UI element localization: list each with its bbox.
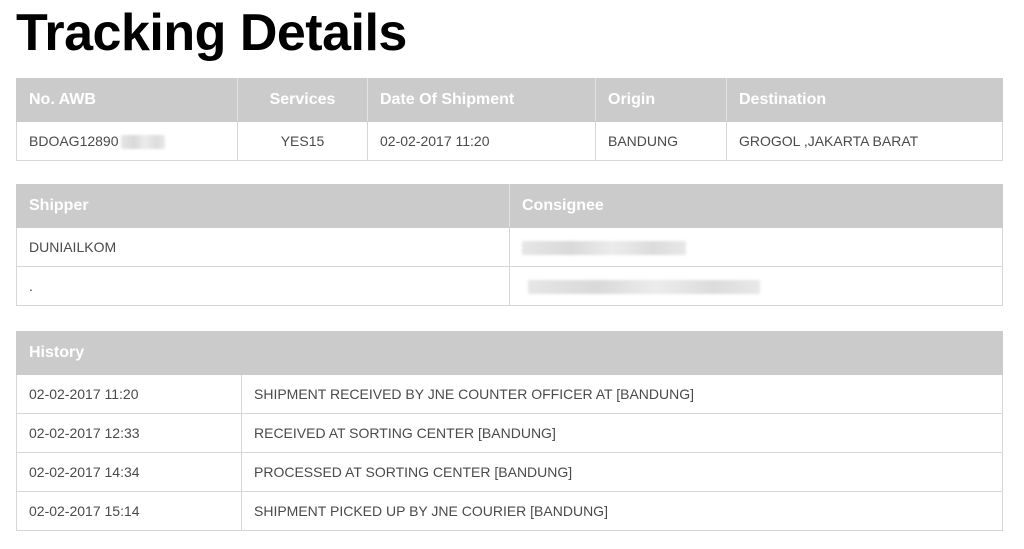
- awb-header: No. AWB: [16, 78, 238, 122]
- shipment-table: No. AWB Services Date Of Shipment Origin…: [16, 78, 1003, 161]
- consignee-address-redacted: [528, 280, 760, 295]
- shipper-name-cell: DUNIAILKOM: [16, 227, 510, 267]
- consignee-name-redacted: [522, 241, 686, 256]
- parties-name-row: DUNIAILKOM: [16, 227, 1003, 267]
- history-header-row: History: [16, 331, 1003, 375]
- history-table: History 02-02-2017 11:20 SHIPMENT RECEIV…: [16, 331, 1003, 531]
- history-row: 02-02-2017 14:34 PROCESSED AT SORTING CE…: [16, 452, 1003, 492]
- history-event: SHIPMENT RECEIVED BY JNE COUNTER OFFICER…: [241, 374, 1003, 414]
- consignee-header: Consignee: [509, 184, 1003, 228]
- parties-table: Shipper Consignee DUNIAILKOM .: [16, 184, 1003, 306]
- history-time: 02-02-2017 15:14: [16, 491, 242, 531]
- awb-value: BDOAG12890: [29, 132, 119, 149]
- parties-address-row: .: [16, 266, 1003, 306]
- destination-cell: GROGOL ,JAKARTA BARAT: [726, 121, 1003, 161]
- destination-header: Destination: [726, 78, 1003, 122]
- origin-header: Origin: [595, 78, 727, 122]
- consignee-address-cell: [509, 266, 1003, 306]
- history-event: RECEIVED AT SORTING CENTER [BANDUNG]: [241, 413, 1003, 453]
- history-row: 02-02-2017 12:33 RECEIVED AT SORTING CEN…: [16, 413, 1003, 453]
- history-time: 02-02-2017 14:34: [16, 452, 242, 492]
- history-row: 02-02-2017 11:20 SHIPMENT RECEIVED BY JN…: [16, 374, 1003, 414]
- shipment-header-row: No. AWB Services Date Of Shipment Origin…: [16, 78, 1003, 122]
- page-title: Tracking Details: [16, 4, 407, 62]
- parties-header-row: Shipper Consignee: [16, 184, 1003, 228]
- shipper-address-cell: .: [16, 266, 510, 306]
- history-header: History: [16, 331, 1003, 375]
- awb-cell: BDOAG12890: [16, 121, 238, 161]
- history-event: PROCESSED AT SORTING CENTER [BANDUNG]: [241, 452, 1003, 492]
- date-cell: 02-02-2017 11:20: [367, 121, 596, 161]
- origin-cell: BANDUNG: [595, 121, 727, 161]
- date-header: Date Of Shipment: [367, 78, 596, 122]
- history-event: SHIPMENT PICKED UP BY JNE COURIER [BANDU…: [241, 491, 1003, 531]
- history-time: 02-02-2017 11:20: [16, 374, 242, 414]
- awb-redacted: [120, 135, 165, 150]
- services-header: Services: [237, 78, 368, 122]
- consignee-name-cell: [509, 227, 1003, 267]
- service-cell: YES15: [237, 121, 368, 161]
- shipment-row: BDOAG12890 YES15 02-02-2017 11:20 BANDUN…: [16, 121, 1003, 161]
- shipper-header: Shipper: [16, 184, 510, 228]
- history-time: 02-02-2017 12:33: [16, 413, 242, 453]
- history-row: 02-02-2017 15:14 SHIPMENT PICKED UP BY J…: [16, 491, 1003, 531]
